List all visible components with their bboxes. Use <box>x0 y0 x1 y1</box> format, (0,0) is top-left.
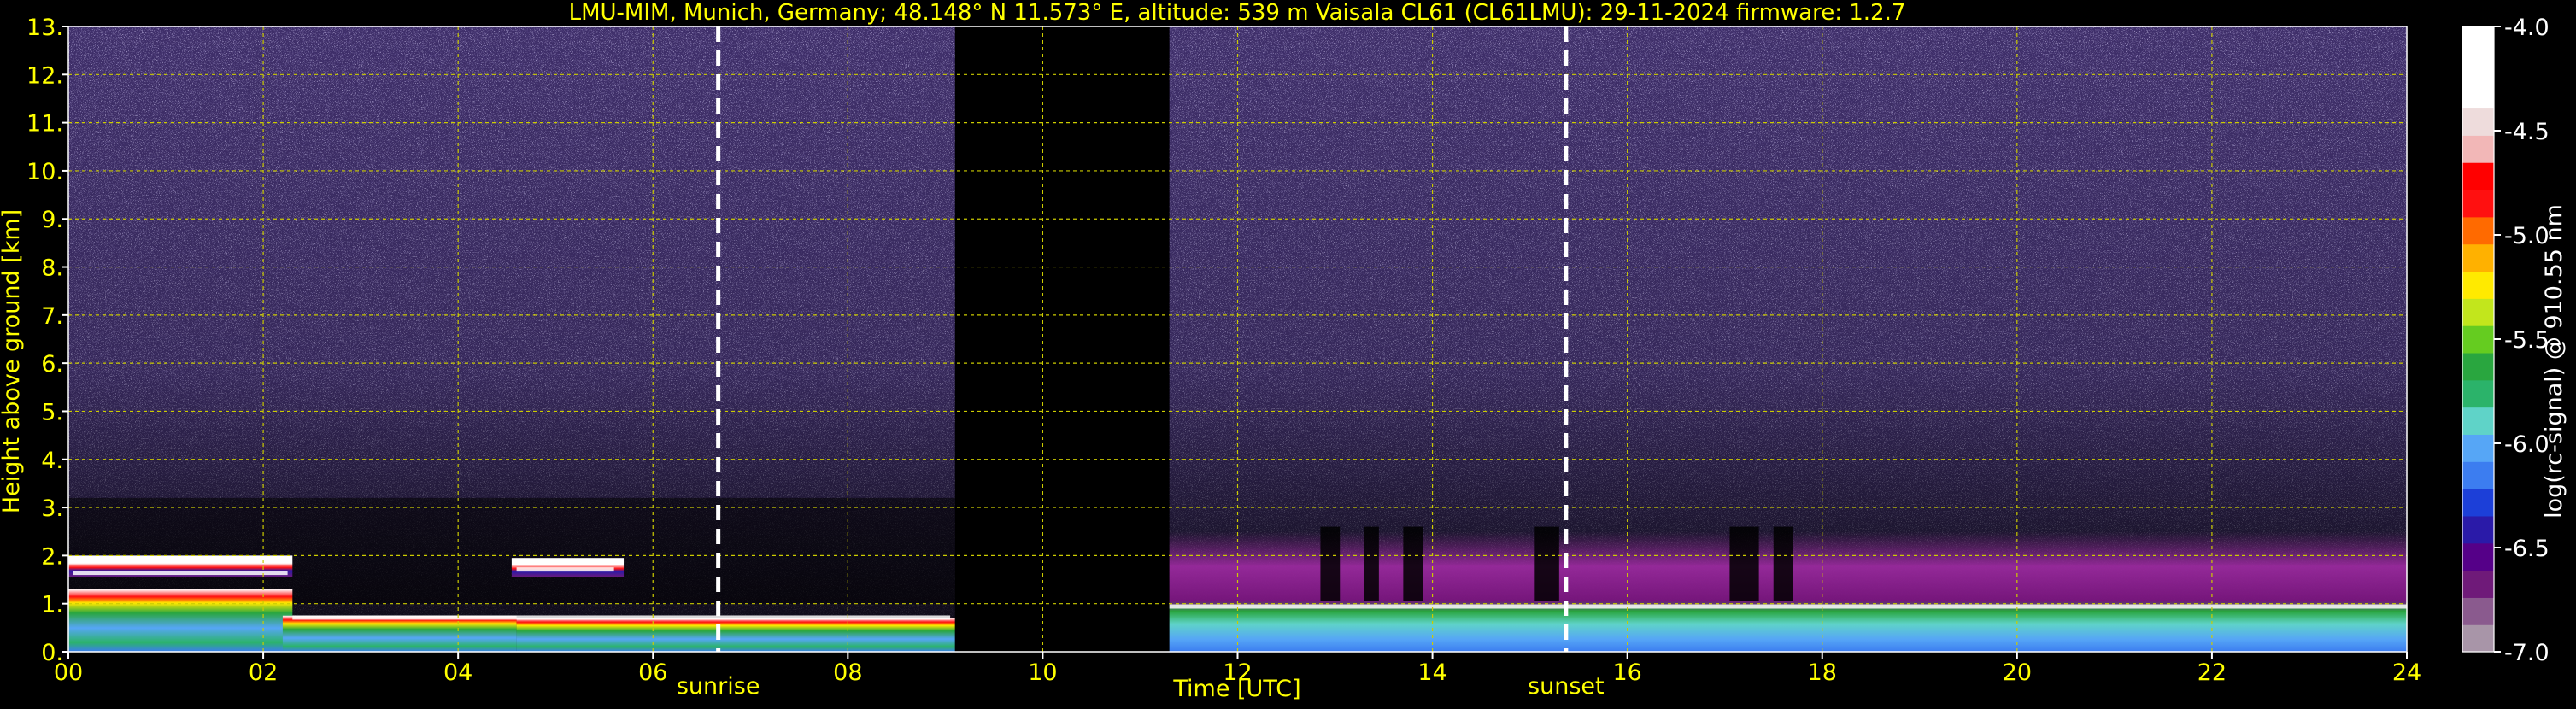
colorbar-segment-8 <box>2462 407 2494 435</box>
colorbar-tick-label--7.0: -7.0 <box>2504 640 2550 666</box>
sunset-label: sunset <box>1528 673 1605 700</box>
layer-boundary-6 <box>1169 601 2407 652</box>
y-tick-label-4: 4. <box>41 448 63 474</box>
colorbar-segment-7 <box>2462 434 2494 462</box>
sunrise-label: sunrise <box>677 673 760 700</box>
colorbar-segment-17 <box>2462 162 2494 190</box>
colorbar-segment-0 <box>2462 624 2494 653</box>
colorbar-segment-5 <box>2462 489 2494 517</box>
colorbar-segment-14 <box>2462 243 2494 272</box>
x-tick-label-06: 06 <box>638 659 667 686</box>
layer-boundary-1 <box>68 589 293 652</box>
colorbar-segment-6 <box>2462 461 2494 489</box>
chart-svg: sunrise sunset 00 02 04 06 08 10 12 14 16 18 20 22 24… <box>0 0 2567 702</box>
colorbar-segment-22 <box>2462 26 2494 55</box>
colorbar-tick-label--6.0: -6.0 <box>2504 431 2550 458</box>
y-tick-label-3: 3. <box>41 495 63 522</box>
colorbar-segment-16 <box>2462 189 2494 218</box>
x-tick-label-22: 22 <box>2198 659 2227 686</box>
signal-gap-0 <box>1320 526 1341 601</box>
dark-zone <box>68 497 955 604</box>
y-tick-label-12: 12. <box>26 62 63 89</box>
cloud-top-streak-0 <box>73 571 288 576</box>
x-tick-label-18: 18 <box>1808 659 1837 686</box>
y-axis-label: Height above ground [km] <box>0 209 25 513</box>
colorbar-tick-label--5.5: -5.5 <box>2504 327 2550 354</box>
cloud-top-streak-1 <box>516 567 614 572</box>
colorbar-segment-15 <box>2462 216 2494 245</box>
y-tick-label-7: 7. <box>41 303 63 330</box>
layer-boundary-2 <box>282 615 517 652</box>
x-tick-label-16: 16 <box>1612 659 1641 686</box>
layer-boundary-4 <box>516 618 955 652</box>
x-tick-label-24: 24 <box>2392 659 2421 686</box>
colorbar-segment-21 <box>2462 53 2494 82</box>
colorbar-segment-11 <box>2462 325 2494 354</box>
colorbar-segment-18 <box>2462 135 2494 163</box>
colorbar-segment-1 <box>2462 597 2494 625</box>
y-tick-label-9: 9. <box>41 207 63 233</box>
x-tick-label-08: 08 <box>833 659 862 686</box>
y-tick-label-8: 8. <box>41 255 63 282</box>
backscatter-field <box>68 26 2407 652</box>
colorbar-segment-19 <box>2462 108 2494 136</box>
colorbar-label: log(rc-signal) @ 910.55 nm <box>2541 204 2567 519</box>
signal-gap-2 <box>1403 526 1423 601</box>
x-tick-label-14: 14 <box>1417 659 1446 686</box>
colorbar-segment-4 <box>2462 515 2494 544</box>
colorbar-tick-label--5.0: -5.0 <box>2504 223 2550 249</box>
colorbar-segment-20 <box>2462 80 2494 109</box>
colorbar-tick-label--4.0: -4.0 <box>2504 15 2550 41</box>
y-tick-label-2: 2. <box>41 543 63 570</box>
y-tick-label-11: 11. <box>26 111 63 138</box>
x-axis-label: Time [UTC] <box>1172 676 1300 702</box>
x-tick-label-04: 04 <box>443 659 472 686</box>
y-tick-label-10: 10. <box>26 159 63 185</box>
y-tick-label-13: 13. <box>26 15 63 41</box>
signal-gap-4 <box>1729 526 1759 601</box>
layer-nodata-5 <box>954 26 1170 652</box>
ceilometer-plot: sunrise sunset 00 02 04 06 08 10 12 14 16 18 20 22 24… <box>0 0 2576 706</box>
signal-gap-3 <box>1534 526 1559 601</box>
y-tick-label-1: 1. <box>41 592 63 618</box>
signal-gap-1 <box>1364 526 1379 601</box>
signal-gap-5 <box>1773 526 1793 601</box>
y-tick-label-5: 5. <box>41 399 63 425</box>
colorbar-segment-12 <box>2462 298 2494 326</box>
colorbar-segment-10 <box>2462 352 2494 381</box>
colorbar-segment-9 <box>2462 379 2494 408</box>
colorbar-segment-13 <box>2462 271 2494 299</box>
colorbar-tick-label--4.5: -4.5 <box>2504 119 2550 145</box>
cloud-top-streak-3 <box>1169 604 2407 609</box>
chart-title: LMU-MIM, Munich, Germany; 48.148° N 11.5… <box>569 0 1906 26</box>
colorbar-segment-2 <box>2462 570 2494 598</box>
x-tick-label-02: 02 <box>249 659 278 686</box>
cloud-top-streak-2 <box>292 615 951 620</box>
colorbar: -4.0 -4.5 -5.0 -5.5 -6.0 -6.5 -7.0 <box>2462 15 2550 666</box>
colorbar-segment-3 <box>2462 542 2494 571</box>
x-tick-label-20: 20 <box>2003 659 2032 686</box>
x-tick-label-10: 10 <box>1028 659 1057 686</box>
colorbar-tick-label--6.5: -6.5 <box>2504 536 2550 562</box>
y-tick-label-0: 0. <box>41 640 63 666</box>
y-tick-label-6: 6. <box>41 351 63 378</box>
